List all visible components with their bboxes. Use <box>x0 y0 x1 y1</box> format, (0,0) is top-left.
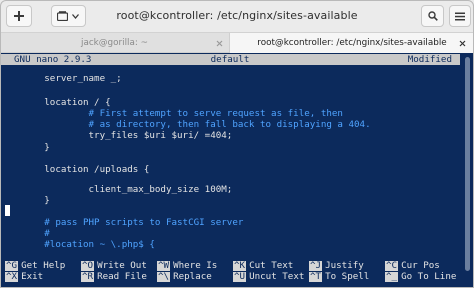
shortcut-label: Cur Pos <box>401 260 440 271</box>
editor-line-comment: # <box>0 228 50 239</box>
editor-line: server_name _; <box>0 73 122 84</box>
editor-line-comment: # as directory, then fall back to displa… <box>0 119 371 130</box>
shortcut-cut-text[interactable]: ^K Cut Text <box>233 261 293 271</box>
shortcut-justify[interactable]: ^J Justify <box>309 261 364 271</box>
editor-line: client_max_body_size 100M; <box>0 184 233 195</box>
menu-button[interactable] <box>449 5 471 27</box>
shortcut-get-help[interactable]: ^G Get Help <box>5 261 65 271</box>
shortcut-key: ^\ <box>157 271 171 282</box>
shortcut-key: ^O <box>81 260 95 271</box>
shortcut-label: Get Help <box>21 260 66 271</box>
shortcut-label: Write Out <box>97 260 147 271</box>
search-button[interactable] <box>421 5 444 27</box>
nano-modified-status: Modified <box>407 54 452 65</box>
editor-line-comment: # pass PHP scripts to FastCGI server <box>0 217 244 228</box>
editor-line-comment: #location ~ \.php$ { <box>0 239 155 250</box>
shortcut-uncut-text[interactable]: ^U Uncut Text <box>233 272 304 282</box>
shortcut-replace[interactable]: ^\ Replace <box>157 272 212 282</box>
header-bar: root@kcontroller: /etc/nginx/sites-avail… <box>0 0 474 33</box>
terminal-area[interactable]: GNU nano 2.9.3 default Modified server_n… <box>0 53 474 288</box>
close-icon[interactable] <box>213 37 225 49</box>
tab-label: root@kcontroller: /etc/nginx/sites-avail… <box>257 38 447 48</box>
tabs-overview-icon <box>56 11 68 21</box>
shortcut-write-out[interactable]: ^O Write Out <box>81 261 147 271</box>
terminal-window: root@kcontroller: /etc/nginx/sites-avail… <box>0 0 474 288</box>
shortcut-label: Cut Text <box>249 260 294 271</box>
shortcut-key: ^K <box>233 260 247 271</box>
terminal-scrollbar[interactable] <box>460 53 474 288</box>
chevron-down-icon <box>71 13 79 19</box>
tab-jack-gorilla[interactable]: jack@gorilla: ~ <box>0 33 229 53</box>
shortcut-where-is[interactable]: ^W Where Is <box>157 261 217 271</box>
shortcut-label: Go To Line <box>401 271 457 282</box>
tab-label: jack@gorilla: ~ <box>81 38 148 48</box>
shortcut-key: ^R <box>81 271 95 282</box>
shortcut-label: Read File <box>97 271 147 282</box>
editor-line-comment: # First attempt to serve request as file… <box>0 108 343 119</box>
tab-root-kcontroller[interactable]: root@kcontroller: /etc/nginx/sites-avail… <box>229 33 474 53</box>
close-icon[interactable] <box>456 37 468 49</box>
search-icon <box>427 11 438 21</box>
shortcut-key: ^X <box>5 271 19 282</box>
shortcut-cur-pos[interactable]: ^C Cur Pos <box>385 261 440 271</box>
shortcut-key: ^_ <box>385 271 399 282</box>
shortcut-label: Uncut Text <box>249 271 305 282</box>
text-cursor <box>5 205 10 216</box>
shortcut-key: ^T <box>309 271 323 282</box>
shortcut-key: ^W <box>157 260 171 271</box>
tabs-overview-button[interactable] <box>51 5 86 27</box>
hamburger-menu-icon <box>455 12 465 20</box>
shortcut-label: To Spell <box>325 271 370 282</box>
editor-line: } <box>0 142 50 153</box>
nano-filename: default <box>210 54 250 65</box>
shortcut-read-file[interactable]: ^R Read File <box>81 272 147 282</box>
shortcut-go-to-line[interactable]: ^_ Go To Line <box>385 272 456 282</box>
nano-title-bar: GNU nano 2.9.3 default Modified <box>0 54 460 65</box>
editor-line: location / { <box>0 97 111 108</box>
tab-bar: jack@gorilla: ~ root@kcontroller: /etc/n… <box>0 33 474 53</box>
shortcut-key: ^G <box>5 260 19 271</box>
shortcut-label: Justify <box>325 260 364 271</box>
editor-line: try_files $uri $uri/ =404; <box>0 130 233 141</box>
shortcut-to-spell[interactable]: ^T To Spell <box>309 272 369 282</box>
shortcut-label: Replace <box>173 271 212 282</box>
shortcut-key: ^C <box>385 260 399 271</box>
new-tab-button[interactable] <box>6 5 32 27</box>
plus-icon <box>14 11 24 21</box>
shortcut-label: Where Is <box>173 260 218 271</box>
shortcut-key: ^U <box>233 271 247 282</box>
scrollbar-thumb[interactable] <box>465 57 470 271</box>
shortcut-label: Exit <box>21 271 44 282</box>
shortcut-exit[interactable]: ^X Exit <box>5 272 43 282</box>
shortcut-key: ^J <box>309 260 323 271</box>
editor-line: location /uploads { <box>0 164 150 175</box>
